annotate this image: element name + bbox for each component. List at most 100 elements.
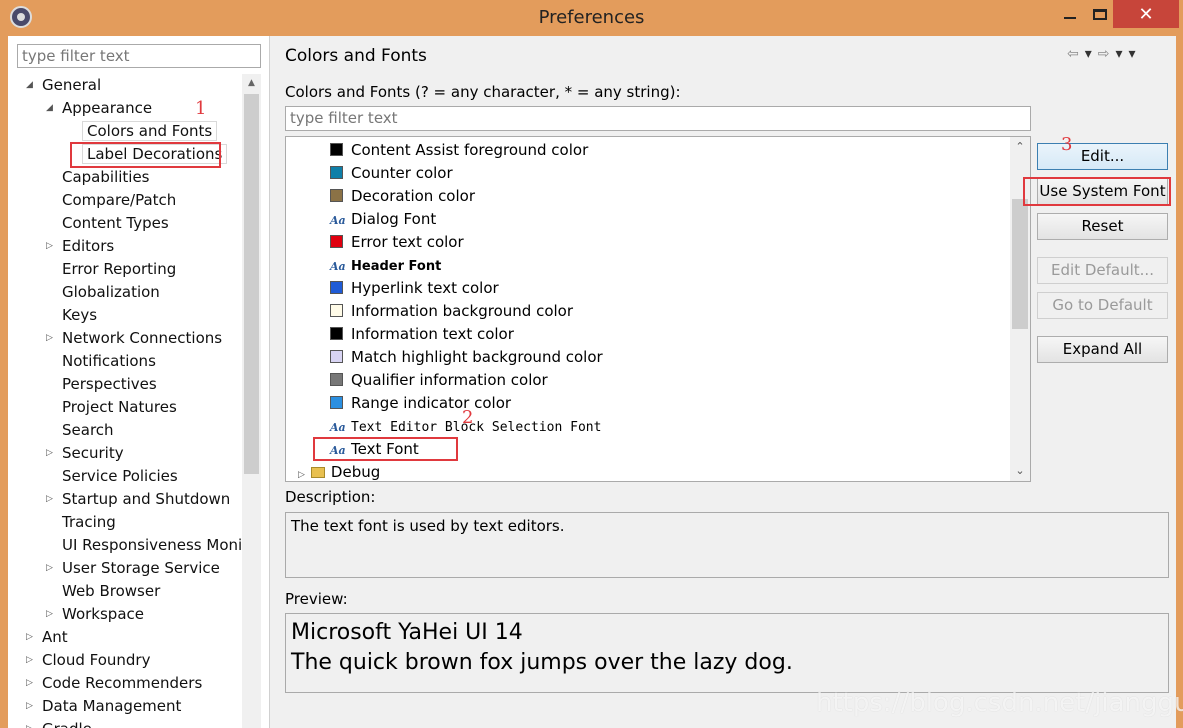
list-item-label: Header Font [351, 259, 442, 274]
tree-item-label: Workspace [62, 605, 144, 623]
tree-item-label: Security [62, 444, 124, 462]
tree-item[interactable]: Colors and Fonts [82, 120, 218, 142]
tree-item[interactable]: Error Reporting [62, 258, 176, 280]
color-item[interactable]: Hyperlink text color [330, 277, 499, 299]
tree-item[interactable]: Perspectives [62, 373, 157, 395]
tree-item[interactable]: Network Connections [62, 327, 222, 349]
color-item[interactable]: Match highlight background color [330, 346, 603, 368]
scroll-up-icon[interactable]: ⌃ [1010, 137, 1030, 157]
tree-item[interactable]: UI Responsiveness Monit [62, 534, 248, 556]
go-to-default-button[interactable]: Go to Default [1037, 292, 1168, 319]
color-item[interactable]: Range indicator color [330, 392, 511, 414]
collapsed-arrow-icon[interactable]: ▷ [26, 718, 36, 728]
color-item[interactable]: Information text color [330, 323, 514, 345]
color-swatch-icon [330, 304, 343, 317]
tree-item[interactable]: Project Natures [62, 396, 177, 418]
list-item-label: Information text color [351, 325, 514, 343]
color-swatch-icon [330, 327, 343, 340]
color-item[interactable]: Qualifier information color [330, 369, 548, 391]
tree-item-label: Editors [62, 237, 115, 255]
tree-item-label: Gradle [42, 720, 92, 728]
color-item[interactable]: Error text color [330, 231, 464, 253]
edit-button[interactable]: Edit... [1037, 143, 1168, 170]
view-menu-icon[interactable]: ▾ [1129, 46, 1142, 62]
collapsed-arrow-icon[interactable]: ▷ [46, 603, 56, 625]
tree-scrollbar[interactable]: ▲ [242, 74, 261, 728]
collapsed-arrow-icon[interactable]: ▷ [26, 672, 36, 694]
annotation-number-2: 2 [462, 407, 474, 428]
collapsed-arrow-icon[interactable]: ▷ [26, 626, 36, 648]
tree-item[interactable]: Search [62, 419, 114, 441]
collapsed-arrow-icon[interactable]: ▷ [46, 327, 56, 349]
tree-item[interactable]: Security [62, 442, 124, 464]
tree-item[interactable]: Globalization [62, 281, 160, 303]
tree-item[interactable]: Appearance [62, 97, 152, 119]
color-item[interactable]: Information background color [330, 300, 573, 322]
tree-item[interactable]: Workspace [62, 603, 144, 625]
color-swatch-icon [330, 350, 343, 363]
list-label: Colors and Fonts (? = any character, * =… [285, 83, 681, 101]
dialog-client: type filter text ◢ General ◢ Appearance Colo… [8, 36, 1176, 728]
collapsed-arrow-icon[interactable]: ▷ [26, 649, 36, 671]
annotation-box-use-system-font [1023, 177, 1171, 206]
tree-item[interactable]: Service Policies [62, 465, 178, 487]
tree-item[interactable]: Notifications [62, 350, 156, 372]
tree-item[interactable]: Data Management [42, 695, 181, 717]
color-item[interactable]: Decoration color [330, 185, 475, 207]
tree-item-label: Colors and Fonts [82, 121, 218, 141]
list-scroll-thumb[interactable] [1012, 199, 1028, 329]
forward-arrow-icon[interactable]: ⇨ [1098, 46, 1116, 62]
tree-item[interactable]: Web Browser [62, 580, 160, 602]
tree-item[interactable]: Gradle [42, 718, 92, 728]
tree-item[interactable]: Tracing [62, 511, 116, 533]
font-item[interactable]: Aa Header Font [330, 254, 441, 276]
tree-item-label: Tracing [62, 513, 116, 531]
back-dropdown-icon[interactable]: ▾ [1085, 46, 1098, 62]
tree-filter-input[interactable]: type filter text [17, 44, 261, 68]
tree-item[interactable]: Startup and Shutdown [62, 488, 230, 510]
list-item-label: Information background color [351, 302, 574, 320]
collapsed-arrow-icon[interactable]: ▷ [26, 695, 36, 717]
expand-all-button[interactable]: Expand All [1037, 336, 1168, 363]
page-title: Colors and Fonts [285, 46, 427, 66]
collapsed-arrow-icon[interactable]: ▷ [298, 470, 305, 480]
tree-scroll-thumb[interactable] [244, 94, 259, 474]
list-item-label: Text Editor Block Selection Font [351, 420, 602, 435]
tree-item[interactable]: Content Types [62, 212, 169, 234]
edit-default-button[interactable]: Edit Default... [1037, 257, 1168, 284]
preference-tree-panel: type filter text ◢ General ◢ Appearance Colo… [8, 36, 270, 728]
list-item-label: Content Assist foreground color [351, 141, 589, 159]
font-item[interactable]: Aa Dialog Font [330, 208, 436, 230]
reset-button[interactable]: Reset [1037, 213, 1168, 240]
color-swatch-icon [330, 396, 343, 409]
back-arrow-icon[interactable]: ⇦ [1067, 46, 1085, 62]
forward-dropdown-icon[interactable]: ▾ [1116, 46, 1129, 62]
scroll-down-icon[interactable]: ⌄ [1010, 461, 1030, 481]
color-item[interactable]: Counter color [330, 162, 453, 184]
tree-item[interactable]: Editors [62, 235, 114, 257]
tree-item[interactable]: Ant [42, 626, 68, 648]
tree-item[interactable]: User Storage Service [62, 557, 220, 579]
tree-item[interactable]: Cloud Foundry [42, 649, 150, 671]
colors-and-fonts-list: ⌃ ⌄ Content Assist foreground color Count… [285, 136, 1031, 482]
minimize-icon [1064, 17, 1076, 19]
expanded-arrow-icon[interactable]: ◢ [26, 74, 36, 96]
close-icon: ✕ [1138, 3, 1154, 25]
expanded-arrow-icon[interactable]: ◢ [46, 97, 56, 119]
color-item[interactable]: Content Assist foreground color [330, 139, 588, 161]
tree-item[interactable]: General [42, 74, 101, 96]
scroll-up-icon[interactable]: ▲ [242, 74, 261, 92]
tree-item[interactable]: Capabilities [62, 166, 150, 188]
list-item-label: Debug [330, 463, 381, 481]
tree-item[interactable]: Compare/Patch [62, 189, 176, 211]
annotation-box-label-decorations [70, 142, 221, 168]
category-item[interactable]: ▷ Debug [298, 461, 381, 481]
collapsed-arrow-icon[interactable]: ▷ [46, 557, 56, 579]
collapsed-arrow-icon[interactable]: ▷ [46, 488, 56, 510]
tree-item[interactable]: Keys [62, 304, 97, 326]
colors-filter-input[interactable]: type filter text [285, 106, 1031, 131]
collapsed-arrow-icon[interactable]: ▷ [46, 235, 56, 257]
tree-item[interactable]: Code Recommenders [42, 672, 202, 694]
collapsed-arrow-icon[interactable]: ▷ [46, 442, 56, 464]
close-button[interactable]: ✕ [1113, 0, 1179, 28]
